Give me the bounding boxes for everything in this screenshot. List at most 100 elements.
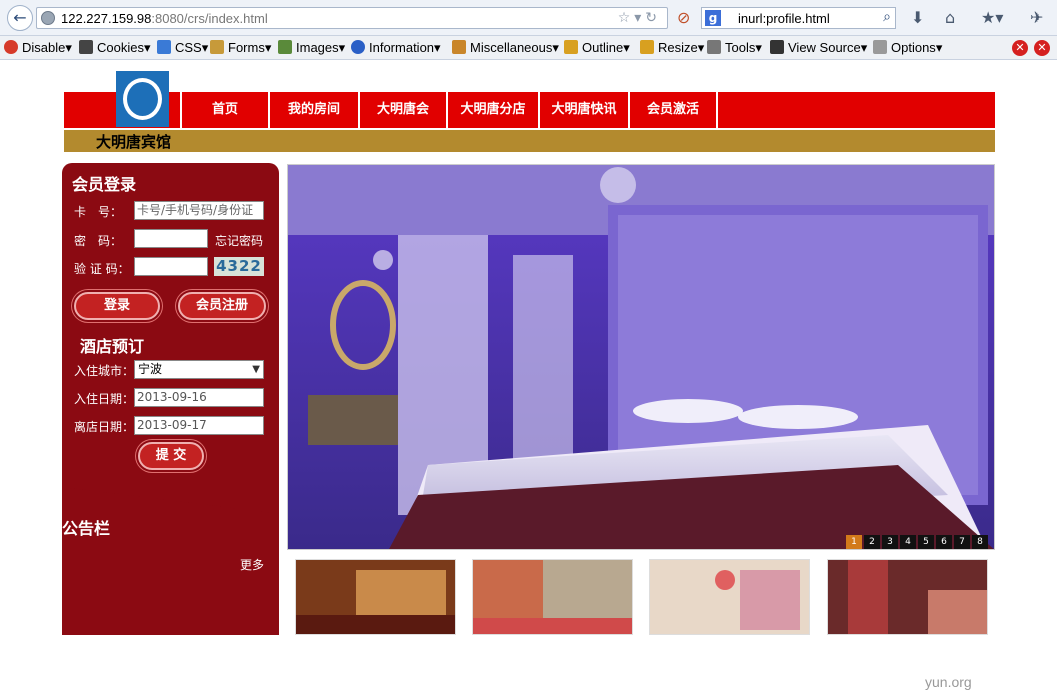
- info-icon: [351, 40, 365, 54]
- notice-title: 公告栏: [62, 519, 111, 538]
- block-icon[interactable]: ⊘: [677, 8, 690, 27]
- dev-misc[interactable]: Miscellaneous▾: [452, 40, 559, 56]
- images-icon: [278, 40, 292, 54]
- dev-images[interactable]: Images▾: [278, 40, 345, 56]
- url-bar[interactable]: 122.227.159.98:8080/crs/index.html ☆▾↻: [36, 7, 668, 29]
- google-icon[interactable]: g: [705, 10, 721, 26]
- password-label: 密 码：: [74, 234, 123, 248]
- forgot-password-link[interactable]: 忘记密码: [215, 232, 263, 249]
- slide-5[interactable]: 5: [918, 535, 934, 549]
- css-icon: [157, 40, 171, 54]
- close-red-icon-2[interactable]: ✕: [1034, 40, 1050, 56]
- dev-tools-label: Tools: [725, 40, 756, 55]
- hotel-name: 大明唐宾馆: [96, 133, 172, 151]
- nav-member-club[interactable]: 大明唐会: [358, 92, 446, 128]
- search-icon[interactable]: ⌕: [883, 9, 891, 25]
- url-text: 122.227.159.98:8080/crs/index.html: [61, 11, 268, 26]
- slide-2[interactable]: 2: [864, 535, 880, 549]
- member-panel: 会员登录 卡 号： 卡号/手机号码/身份证 密 码： 忘记密码 验 证 码： 4…: [62, 163, 279, 525]
- dev-information-label: Information: [369, 40, 435, 55]
- logo-mark: [123, 78, 162, 120]
- nav-activate[interactable]: 会员激活: [628, 92, 718, 128]
- dev-cookies[interactable]: Cookies▾: [79, 40, 151, 56]
- nav-news[interactable]: 大明唐快讯: [538, 92, 628, 128]
- close-red-icon[interactable]: ✕: [1012, 40, 1028, 56]
- thumb-photo-2: [473, 560, 632, 634]
- checkin-label: 入住日期：: [74, 392, 135, 406]
- outline-icon: [564, 40, 578, 54]
- slide-1[interactable]: 1: [846, 535, 862, 549]
- nav-home[interactable]: 首页: [180, 92, 268, 128]
- password-input[interactable]: [134, 229, 208, 248]
- room-photo: [288, 165, 994, 549]
- more-link[interactable]: 更多: [240, 556, 264, 573]
- resize-icon: [640, 40, 654, 54]
- url-host: 122.227.159.98: [61, 11, 152, 26]
- room-thumbnail-4[interactable]: [827, 559, 988, 635]
- thumb-photo-3: [650, 560, 809, 634]
- room-thumbnail-1[interactable]: [295, 559, 456, 635]
- card-input[interactable]: 卡号/手机号码/身份证: [134, 201, 264, 220]
- slide-3[interactable]: 3: [882, 535, 898, 549]
- dev-resize[interactable]: Resize▾: [640, 40, 704, 56]
- dev-misc-label: Miscellaneous: [470, 40, 553, 55]
- booking-title: 酒店预订: [80, 337, 145, 356]
- hotel-logo[interactable]: [116, 71, 169, 127]
- nav-branches[interactable]: 大明唐分店: [446, 92, 538, 128]
- login-title: 会员登录: [72, 175, 137, 194]
- dev-disable-label: Disable: [22, 40, 66, 55]
- dev-options[interactable]: Options▾: [873, 40, 942, 56]
- dev-options-label: Options: [891, 40, 936, 55]
- home-icon[interactable]: ⌂: [945, 8, 955, 27]
- room-thumbnail-3[interactable]: [649, 559, 810, 635]
- login-button[interactable]: 登录: [74, 292, 160, 320]
- dev-outline[interactable]: Outline▾: [564, 40, 630, 56]
- room-thumbnail-2[interactable]: [472, 559, 633, 635]
- dev-view-source[interactable]: View Source▾: [770, 40, 867, 56]
- globe-icon: [41, 11, 55, 25]
- cookies-icon: [79, 40, 93, 54]
- captcha-input[interactable]: [134, 257, 208, 276]
- misc-icon: [452, 40, 466, 54]
- card-label: 卡 号：: [74, 205, 123, 219]
- options-icon: [873, 40, 887, 54]
- slide-6[interactable]: 6: [936, 535, 952, 549]
- page-content: 首页 我的房间 大明唐会 大明唐分店 大明唐快讯 会员激活 大明唐宾馆 会员登录…: [0, 61, 1057, 690]
- submit-button[interactable]: 提 交: [138, 442, 204, 470]
- slide-8[interactable]: 8: [972, 535, 988, 549]
- dev-forms-label: Forms: [228, 40, 265, 55]
- dev-css[interactable]: CSS▾: [157, 40, 208, 56]
- room-banner-image[interactable]: 1 2 3 4 5 6 7 8: [287, 164, 995, 550]
- slide-4[interactable]: 4: [900, 535, 916, 549]
- tools-icon: [707, 40, 721, 54]
- bookmark-icon[interactable]: ★▾: [981, 8, 1003, 27]
- browser-nav-bar: ← 122.227.159.98:8080/crs/index.html ☆▾↻…: [0, 0, 1057, 36]
- web-developer-toolbar: Disable▾ Cookies▾ CSS▾ Forms▾ Images▾ In…: [0, 36, 1057, 60]
- city-select[interactable]: 宁波 ▼: [134, 360, 264, 379]
- dev-information[interactable]: Information▾: [351, 40, 441, 56]
- addon-icon[interactable]: ✈: [1030, 8, 1043, 27]
- watermark: yun.org: [925, 674, 972, 690]
- back-button-icon[interactable]: ←: [7, 5, 33, 31]
- nav-my-room[interactable]: 我的房间: [268, 92, 358, 128]
- checkout-input[interactable]: 2013-09-17: [134, 416, 264, 435]
- dev-view-source-label: View Source: [788, 40, 861, 55]
- dev-forms[interactable]: Forms▾: [210, 40, 271, 56]
- view-source-icon: [770, 40, 784, 54]
- captcha-image[interactable]: 4322: [214, 257, 264, 276]
- download-icon[interactable]: ⬇: [911, 8, 924, 27]
- city-label: 入住城市：: [74, 364, 135, 378]
- search-input[interactable]: inurl:profile.html: [738, 11, 830, 26]
- thumb-photo-4: [828, 560, 987, 634]
- dev-tools[interactable]: Tools▾: [707, 40, 762, 56]
- register-button[interactable]: 会员注册: [178, 292, 266, 320]
- slide-7[interactable]: 7: [954, 535, 970, 549]
- dev-cookies-label: Cookies: [97, 40, 144, 55]
- checkin-input[interactable]: 2013-09-16: [134, 388, 264, 407]
- forms-icon: [210, 40, 224, 54]
- dev-resize-label: Resize: [658, 40, 698, 55]
- dev-disable[interactable]: Disable▾: [4, 40, 72, 56]
- search-box[interactable]: g inurl:profile.html ⌕: [701, 7, 896, 29]
- disable-icon: [4, 40, 18, 54]
- url-actions[interactable]: ☆▾↻: [618, 10, 661, 26]
